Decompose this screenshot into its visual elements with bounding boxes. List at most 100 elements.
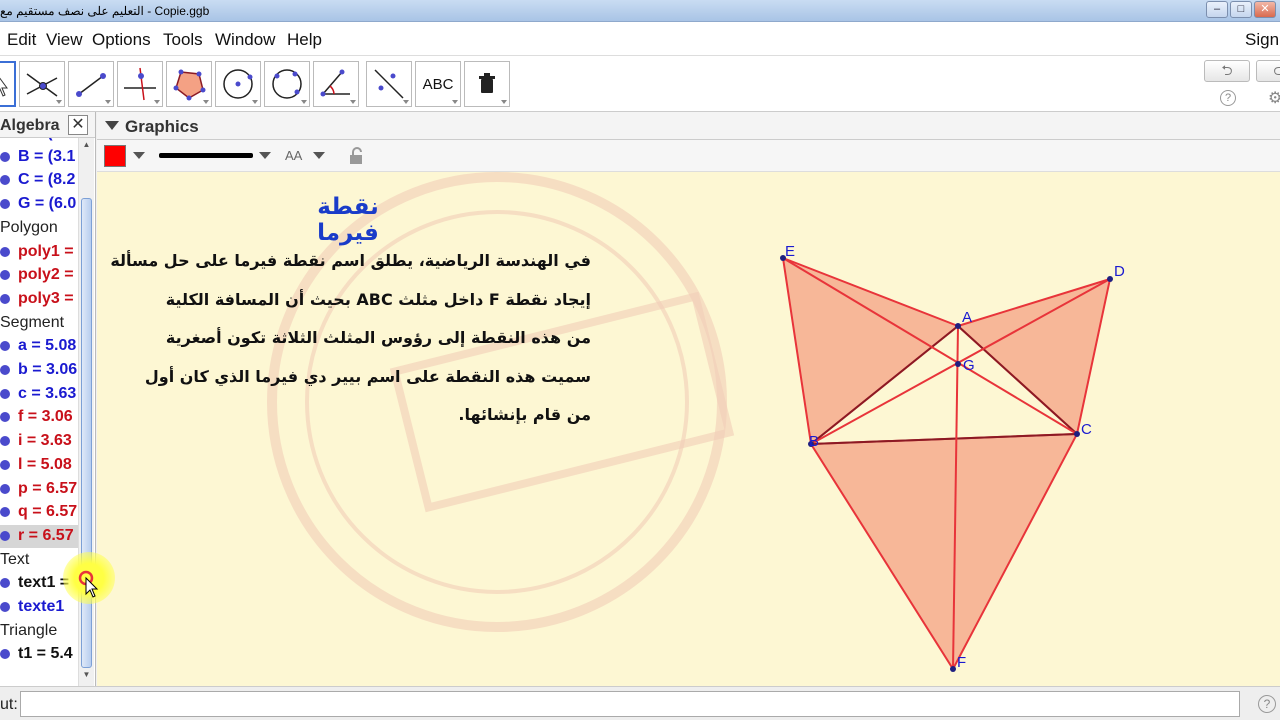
visibility-dot-icon[interactable] — [0, 270, 10, 281]
move-tool[interactable] — [0, 61, 16, 107]
algebra-object-row[interactable]: i = 3.63 — [0, 430, 78, 453]
visibility-dot-icon[interactable] — [0, 151, 10, 162]
algebra-object-row[interactable]: c = 3.63 — [0, 383, 78, 406]
algebra-object-row[interactable]: q = 6.57 — [0, 501, 78, 524]
text-size-label[interactable]: AA — [285, 148, 302, 163]
visibility-dot-icon[interactable] — [0, 175, 10, 186]
algebra-category[interactable]: Polygon — [0, 219, 58, 237]
algebra-category[interactable]: Segment — [0, 314, 64, 332]
algebra-object-row[interactable]: poly3 = — [0, 288, 78, 311]
visibility-dot-icon[interactable] — [0, 578, 10, 589]
color-swatch[interactable] — [104, 145, 126, 167]
point-label-b[interactable]: B — [809, 433, 819, 450]
visibility-dot-icon[interactable] — [0, 412, 10, 423]
algebra-object-row[interactable]: a = 5.08 — [0, 335, 78, 358]
redo-button[interactable]: ⮎ — [1256, 60, 1280, 82]
menu-help[interactable]: Help — [287, 30, 322, 50]
point-label-g[interactable]: G — [963, 357, 975, 374]
visibility-dot-icon[interactable] — [0, 649, 10, 660]
algebra-object-row[interactable]: A = (5.7 — [0, 138, 78, 145]
menu-window[interactable]: Window — [215, 30, 275, 50]
settings-gear-icon[interactable]: ⚙ — [1268, 88, 1280, 108]
close-window-button[interactable]: ✕ — [1254, 1, 1276, 18]
circle-tool[interactable] — [215, 61, 261, 107]
algebra-object-label: f = 3.06 — [18, 408, 73, 426]
visibility-dot-icon[interactable] — [0, 483, 10, 494]
segment-tool[interactable] — [68, 61, 114, 107]
text-size-dropdown-icon[interactable] — [313, 152, 325, 159]
point-label-f[interactable]: F — [957, 654, 966, 671]
algebra-header: Algebra ✕ — [0, 112, 95, 138]
text-tool[interactable]: ABC — [415, 61, 461, 107]
point-c[interactable] — [1074, 431, 1080, 437]
visibility-dot-icon[interactable] — [0, 459, 10, 470]
ellipse-tool[interactable] — [264, 61, 310, 107]
algebra-object-row[interactable]: r = 6.57 — [0, 524, 78, 548]
visibility-dot-icon[interactable] — [0, 530, 10, 541]
scroll-down-icon[interactable]: ▼ — [80, 670, 93, 682]
equilateral-triangle-abe[interactable] — [781, 256, 960, 446]
visibility-dot-icon[interactable] — [0, 246, 10, 257]
visibility-dot-icon[interactable] — [0, 199, 10, 210]
menu-options[interactable]: Options — [92, 30, 151, 50]
algebra-object-row[interactable]: G = (6.0 — [0, 193, 78, 216]
maximize-button[interactable]: □ — [1230, 1, 1252, 18]
algebra-object-row[interactable]: l = 5.08 — [0, 454, 78, 477]
visibility-dot-icon[interactable] — [0, 365, 10, 375]
polygon-tool[interactable] — [166, 61, 212, 107]
menu-view[interactable]: View — [46, 30, 83, 50]
algebra-object-row[interactable]: b = 3.06 — [0, 359, 78, 382]
sign-in-link[interactable]: Sign — [1245, 30, 1279, 50]
point-intersect-tool[interactable] — [19, 61, 65, 107]
algebra-object-row[interactable]: f = 3.06 — [0, 406, 78, 429]
reflect-tool[interactable] — [366, 61, 412, 107]
algebra-object-row[interactable]: poly2 = — [0, 264, 78, 287]
equilateral-triangle-acd[interactable] — [956, 277, 1112, 436]
algebra-object-row[interactable]: B = (3.1 — [0, 146, 78, 169]
toolbar-help-icon[interactable]: ? — [1220, 90, 1236, 106]
menu-tools[interactable]: Tools — [163, 30, 203, 50]
visibility-dot-icon[interactable] — [0, 436, 10, 447]
menu-edit[interactable]: Edit — [7, 30, 36, 50]
equilateral-triangle-bcf[interactable] — [809, 432, 1079, 671]
intersect-icon — [26, 73, 58, 97]
line-style-preview[interactable] — [159, 153, 253, 158]
color-dropdown-icon[interactable] — [133, 152, 145, 159]
undo-button[interactable]: ⮌ — [1204, 60, 1250, 82]
style-bar: AA — [97, 140, 1280, 172]
title-bar: التعليم على نصف مستقيم مع - Copie.ggb – … — [0, 0, 1280, 22]
algebra-object-row[interactable]: C = (8.2 — [0, 169, 78, 192]
algebra-category[interactable]: Text — [0, 551, 29, 569]
angle-tool[interactable] — [313, 61, 359, 107]
algebra-object-row[interactable]: poly1 = — [0, 241, 78, 264]
visibility-dot-icon[interactable] — [0, 341, 10, 352]
line-style-dropdown-icon[interactable] — [259, 152, 271, 159]
delete-tool[interactable] — [464, 61, 510, 107]
collapse-triangle-icon[interactable] — [105, 121, 119, 130]
visibility-dot-icon[interactable] — [0, 602, 10, 612]
scroll-up-icon[interactable]: ▲ — [80, 140, 93, 152]
algebra-object-row[interactable]: t1 = 5.4 — [0, 643, 78, 666]
point-label-c[interactable]: C — [1081, 421, 1092, 438]
point-label-d[interactable]: D — [1114, 263, 1125, 280]
point-a[interactable] — [955, 323, 961, 329]
visibility-dot-icon[interactable] — [0, 293, 10, 304]
minimize-button[interactable]: – — [1206, 1, 1228, 18]
algebra-object-label: poly1 = — [18, 242, 74, 260]
algebra-object-row[interactable]: p = 6.57 — [0, 478, 78, 501]
perpendicular-tool[interactable] — [117, 61, 163, 107]
point-label-e[interactable]: E — [785, 243, 795, 260]
algebra-category[interactable]: Triangle — [0, 622, 57, 640]
visibility-dot-icon[interactable] — [0, 507, 10, 518]
input-field[interactable] — [20, 691, 1240, 717]
fermat-construction[interactable]: A B C D E F G — [97, 172, 1280, 686]
point-d[interactable] — [1107, 276, 1113, 282]
visibility-dot-icon[interactable] — [0, 388, 10, 399]
point-f[interactable] — [950, 666, 956, 672]
point-g[interactable] — [955, 361, 961, 367]
lock-icon[interactable] — [347, 146, 367, 166]
point-label-a[interactable]: A — [962, 309, 972, 326]
algebra-close-icon[interactable]: ✕ — [68, 115, 88, 135]
input-help-icon[interactable]: ? — [1258, 695, 1276, 713]
graphics-canvas[interactable]: نقطة فيرما في الهندسة الرياضية، يطلق اسم… — [97, 172, 1280, 686]
